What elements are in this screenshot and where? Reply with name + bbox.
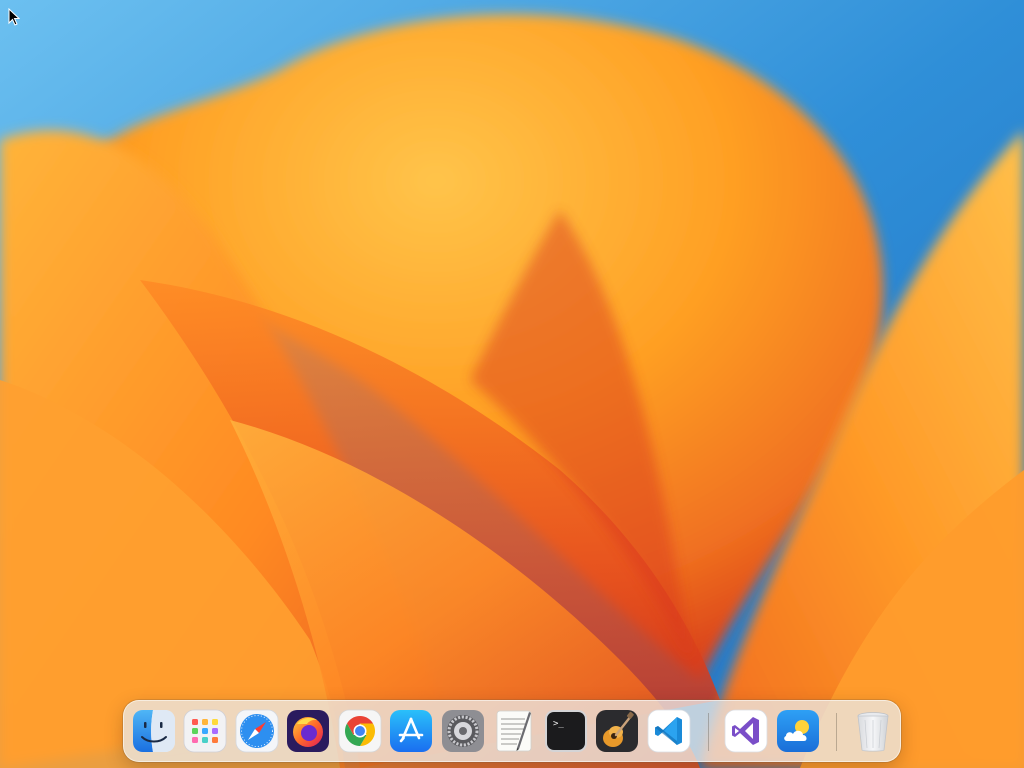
launchpad-icon (183, 709, 227, 753)
dock-item-terminal[interactable]: >_ (543, 708, 589, 754)
dock-item-finder[interactable] (131, 708, 177, 754)
gear-icon (442, 710, 484, 752)
dock: >_ (123, 700, 901, 762)
dock-item-safari[interactable] (234, 708, 280, 754)
trash-icon (857, 712, 889, 752)
dock-item-app-store[interactable] (388, 708, 434, 754)
dock-item-visual-studio[interactable] (723, 708, 769, 754)
dock-item-garageband[interactable] (594, 708, 640, 754)
dock-item-launchpad[interactable] (182, 708, 228, 754)
desktop: >_ (0, 0, 1024, 768)
dock-separator (708, 713, 709, 751)
dock-item-weather[interactable] (775, 708, 821, 754)
mouse-pointer-icon (8, 8, 20, 26)
terminal-prompt-glyph: >_ (553, 719, 564, 729)
guitar-icon (596, 710, 638, 752)
terminal-icon: >_ (545, 710, 587, 752)
safari-icon (235, 709, 279, 753)
finder-icon (133, 710, 175, 752)
dock-item-chrome[interactable] (337, 708, 383, 754)
dock-item-vscode[interactable] (646, 708, 692, 754)
chrome-icon (338, 709, 382, 753)
wallpaper (0, 0, 1024, 768)
dock-item-trash[interactable] (850, 708, 896, 754)
textedit-icon (496, 710, 532, 752)
dock-item-firefox[interactable] (285, 708, 331, 754)
visual-studio-icon (724, 709, 768, 753)
app-store-icon (390, 710, 432, 752)
weather-icon (777, 710, 819, 752)
firefox-icon (287, 710, 329, 752)
dock-separator (836, 713, 837, 751)
vscode-icon (647, 709, 691, 753)
dock-item-system-settings[interactable] (440, 708, 486, 754)
dock-item-textedit[interactable] (491, 708, 537, 754)
